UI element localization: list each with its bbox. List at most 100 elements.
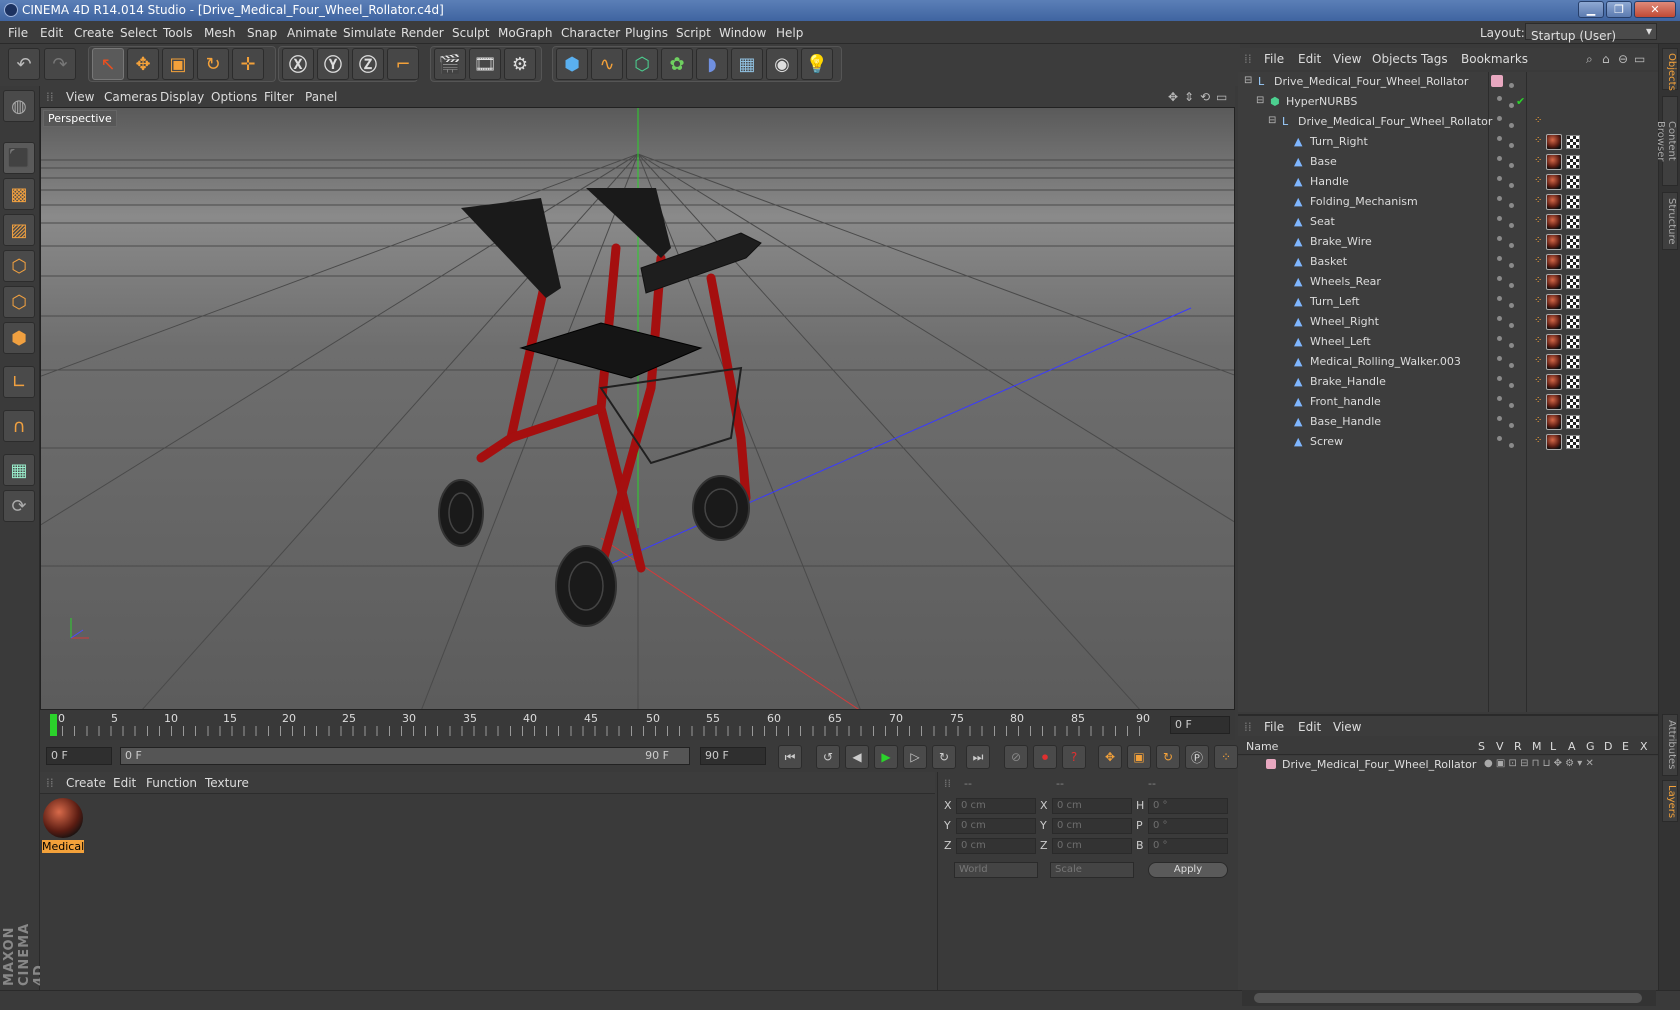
menu-file[interactable]: File: [8, 26, 28, 40]
layer-col-e[interactable]: E: [1622, 740, 1629, 753]
editor-visibility-dot[interactable]: [1497, 396, 1502, 401]
render-visibility-dot[interactable]: [1509, 423, 1514, 428]
uvw-tag-icon[interactable]: [1566, 195, 1580, 209]
pos-z-field[interactable]: 0 cm: [956, 838, 1036, 854]
uvw-tag-icon[interactable]: [1566, 295, 1580, 309]
phong-tag-icon[interactable]: ⁘: [1534, 155, 1546, 167]
spline-icon[interactable]: ∿: [591, 48, 623, 80]
playhead[interactable]: [50, 714, 57, 736]
rot-h-field[interactable]: 0 °: [1148, 798, 1228, 814]
layout-select[interactable]: Startup (User) ▾: [1525, 23, 1657, 43]
texture-tag-icon[interactable]: [1546, 394, 1562, 410]
phong-tag-icon[interactable]: ⁘: [1534, 335, 1546, 347]
menu-plugins[interactable]: Plugins: [625, 26, 668, 40]
go-to-next-key-icon[interactable]: ↻: [932, 745, 956, 769]
editor-visibility-dot[interactable]: [1497, 236, 1502, 241]
uvw-tag-icon[interactable]: [1566, 315, 1580, 329]
mat-menu-create[interactable]: Create: [66, 776, 106, 790]
tab-structure[interactable]: Structure: [1662, 192, 1678, 250]
layer-color-swatch[interactable]: [1491, 75, 1503, 87]
texture-tag-icon[interactable]: [1546, 294, 1562, 310]
editor-visibility-dot[interactable]: [1497, 296, 1502, 301]
texture-tag-icon[interactable]: [1546, 234, 1562, 250]
y-axis-lock-icon[interactable]: Ⓨ: [317, 48, 349, 80]
layer-flags-icon[interactable]: ● ▣ ⊡ ⊟ ⊓ ⊔ ✥ ⚙ ▾ ✕: [1484, 758, 1594, 769]
uvw-tag-icon[interactable]: [1566, 235, 1580, 249]
vp-menu-cameras[interactable]: Cameras: [104, 90, 157, 104]
uvw-tag-icon[interactable]: [1566, 415, 1580, 429]
editor-visibility-dot[interactable]: [1497, 376, 1502, 381]
tab-attributes[interactable]: Attributes: [1662, 714, 1678, 776]
vp-menu-display[interactable]: Display: [160, 90, 204, 104]
menu-mograph[interactable]: MoGraph: [498, 26, 553, 40]
move-icon[interactable]: ✥: [127, 48, 159, 80]
render-visibility-dot[interactable]: [1509, 163, 1514, 168]
uvw-tag-icon[interactable]: [1566, 375, 1580, 389]
horizontal-scrollbar[interactable]: [1242, 990, 1656, 1006]
rotate-icon[interactable]: ↻: [197, 48, 229, 80]
light-icon[interactable]: 💡: [801, 48, 833, 80]
coordinate-system-icon[interactable]: ⌐: [387, 48, 419, 80]
editor-visibility-dot[interactable]: [1497, 416, 1502, 421]
menu-render[interactable]: Render: [401, 26, 444, 40]
object-row[interactable]: ▲ Base_Handle ⁘: [1238, 412, 1658, 432]
object-row[interactable]: ▲ Base ⁘: [1238, 152, 1658, 172]
texture-tag-icon[interactable]: [1546, 254, 1562, 270]
snap-icon[interactable]: ∩: [3, 410, 35, 442]
layer-col-d[interactable]: D: [1604, 740, 1612, 753]
scrollbar-thumb[interactable]: [1254, 993, 1642, 1003]
editor-visibility-dot[interactable]: [1497, 116, 1502, 121]
deformer-icon[interactable]: ◗: [696, 48, 728, 80]
object-row[interactable]: ▲ Turn_Left ⁘: [1238, 292, 1658, 312]
layer-name[interactable]: Drive_Medical_Four_Wheel_Rollator: [1282, 758, 1476, 771]
obj-menu-objects[interactable]: Objects: [1372, 52, 1417, 66]
phong-tag-icon[interactable]: ⁘: [1534, 295, 1546, 307]
rot-b-field[interactable]: 0 °: [1148, 838, 1228, 854]
home-icon[interactable]: ⌂: [1602, 52, 1610, 66]
menu-help[interactable]: Help: [776, 26, 803, 40]
object-row[interactable]: ▲ Brake_Wire ⁘: [1238, 232, 1658, 252]
texture-tag-icon[interactable]: [1546, 134, 1562, 150]
texture-tag-icon[interactable]: [1546, 214, 1562, 230]
object-name[interactable]: Base_Handle: [1310, 415, 1381, 428]
layer-menu-view[interactable]: View: [1333, 720, 1361, 734]
apply-button[interactable]: Apply: [1148, 862, 1228, 878]
scale-icon[interactable]: ▣: [162, 48, 194, 80]
render-visibility-dot[interactable]: [1509, 83, 1514, 88]
pan-view-icon[interactable]: ✥: [1168, 90, 1178, 104]
object-row[interactable]: ▲ Turn_Right ⁘: [1238, 132, 1658, 152]
menu-script[interactable]: Script: [676, 26, 711, 40]
editor-visibility-dot[interactable]: [1497, 136, 1502, 141]
orbit-view-icon[interactable]: ⟲: [1200, 90, 1210, 104]
obj-menu-view[interactable]: View: [1333, 52, 1361, 66]
menu-character[interactable]: Character: [561, 26, 620, 40]
editor-visibility-dot[interactable]: [1497, 356, 1502, 361]
record-keys-icon[interactable]: ⊘: [1004, 745, 1028, 769]
editor-visibility-dot[interactable]: [1497, 336, 1502, 341]
layer-menu-file[interactable]: File: [1264, 720, 1284, 734]
editor-visibility-dot[interactable]: [1497, 176, 1502, 181]
restore-button[interactable]: ❐: [1606, 1, 1632, 18]
object-name[interactable]: Base: [1310, 155, 1337, 168]
object-name[interactable]: Turn_Left: [1310, 295, 1360, 308]
menu-tools[interactable]: Tools: [163, 26, 193, 40]
material-swatch[interactable]: Medical: [42, 798, 84, 854]
object-row[interactable]: ⊟ L Drive_Medical_Four_Wheel_Rollator: [1238, 72, 1658, 92]
auto-key-icon[interactable]: ⏺: [1033, 745, 1057, 769]
points-mode-icon[interactable]: ⬡: [3, 250, 35, 282]
mat-menu-texture[interactable]: Texture: [205, 776, 249, 790]
menu-simulate[interactable]: Simulate: [343, 26, 396, 40]
end-frame-field[interactable]: 90 F: [700, 747, 766, 765]
vp-menu-panel[interactable]: Panel: [305, 90, 337, 104]
render-picture-viewer-icon[interactable]: 🎞: [469, 48, 501, 80]
render-visibility-dot[interactable]: [1509, 103, 1514, 108]
size-x-field[interactable]: 0 cm: [1052, 798, 1132, 814]
texture-tag-icon[interactable]: [1546, 374, 1562, 390]
toggle-view-icon[interactable]: ▭: [1216, 90, 1227, 104]
render-visibility-dot[interactable]: [1509, 223, 1514, 228]
render-settings-icon[interactable]: ⚙: [504, 48, 536, 80]
object-row[interactable]: ▲ Front_handle ⁘: [1238, 392, 1658, 412]
layer-col-a[interactable]: A: [1568, 740, 1576, 753]
cube-primitive-icon[interactable]: ⬢: [556, 48, 588, 80]
object-name[interactable]: Wheel_Right: [1310, 315, 1379, 328]
